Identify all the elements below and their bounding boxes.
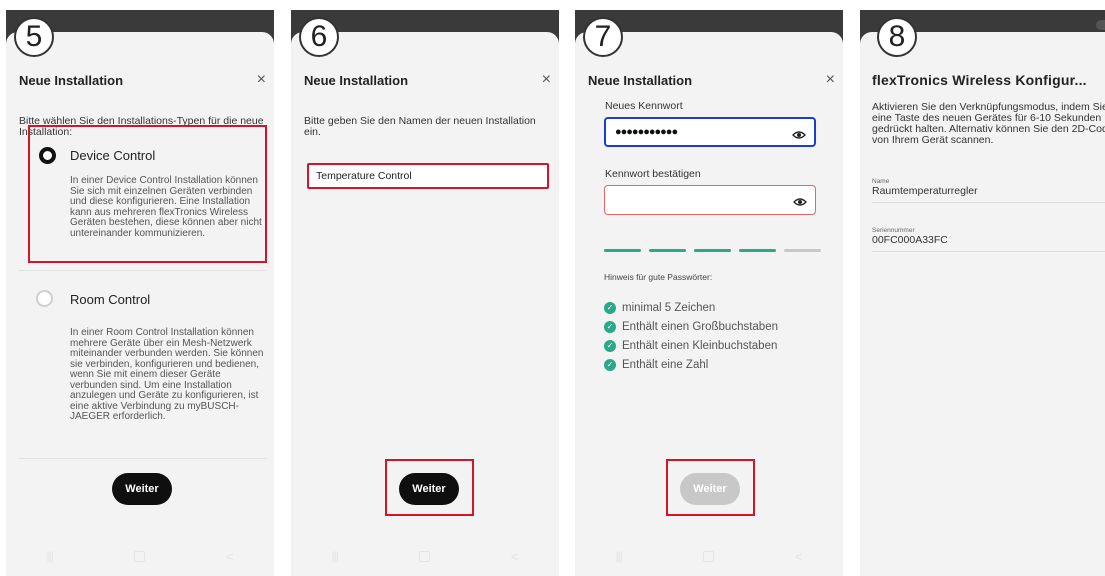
nav-back-icon[interactable]: < (511, 549, 519, 564)
check-circle-icon: ✓ (604, 359, 616, 371)
requirement-item: ✓ Enthält einen Großbuchstaben (604, 321, 778, 333)
next-button[interactable]: Weiter (399, 473, 459, 505)
requirement-item: ✓ Enthält eine Zahl (604, 359, 708, 371)
requirement-text: Enthält einen Kleinbuchstaben (622, 340, 778, 352)
android-navbar: ||| < (6, 536, 274, 576)
next-button[interactable]: Weiter (112, 473, 172, 505)
requirement-text: Enthält einen Großbuchstaben (622, 321, 778, 333)
dialog-title: flexTronics Wireless Konfigur... (872, 72, 1087, 88)
close-icon[interactable]: × (826, 71, 835, 89)
android-navbar: ||| < (291, 536, 559, 576)
nav-back-icon[interactable]: < (795, 549, 803, 564)
password-value: ●●●●●●●●●●● (615, 126, 678, 138)
nav-recent-icon[interactable]: ||| (616, 549, 623, 563)
close-icon[interactable]: × (542, 71, 551, 89)
screen-step-6: Neue Installation × Bitte geben Sie den … (291, 10, 559, 576)
screen-step-8: flexTronics Wireless Konfigur... × Aktiv… (860, 10, 1105, 576)
radio-unselected-icon[interactable] (36, 290, 53, 307)
confirm-password-label: Kennwort bestätigen (605, 168, 701, 180)
nav-home-icon[interactable] (702, 550, 714, 562)
step-number-badge: 7 (583, 17, 623, 57)
divider (19, 270, 267, 271)
status-pill (1096, 20, 1105, 30)
serial-value: 00FC000A33FC (872, 234, 948, 246)
dialog-title: Neue Installation (304, 73, 409, 88)
dialog-sheet: Neue Installation × Bitte wählen Sie den… (6, 32, 274, 576)
check-circle-icon: ✓ (604, 302, 616, 314)
check-circle-icon: ✓ (604, 321, 616, 333)
requirement-item: ✓ minimal 5 Zeichen (604, 302, 715, 314)
screen-step-5: Neue Installation × Bitte wählen Sie den… (6, 10, 274, 576)
eye-icon[interactable] (793, 194, 807, 212)
step-number-badge: 8 (877, 17, 917, 57)
installation-name-input[interactable]: Temperature Control (307, 163, 549, 189)
nav-home-icon[interactable] (418, 550, 430, 562)
requirement-item: ✓ Enthält einen Kleinbuchstaben (604, 340, 777, 352)
nav-back-icon[interactable]: < (226, 549, 234, 564)
close-icon[interactable]: × (257, 71, 266, 89)
serial-label: Seriennummer (872, 227, 915, 234)
password-strength-meter (604, 249, 821, 252)
check-circle-icon: ✓ (604, 340, 616, 352)
screen-step-7: Neue Installation × Neues Kennwort ●●●●●… (575, 10, 843, 576)
requirement-text: Enthält eine Zahl (622, 359, 709, 371)
step-number-badge: 5 (14, 17, 54, 57)
strength-segment (604, 249, 641, 252)
password-hint-title: Hinweis für gute Passwörter: (604, 272, 713, 282)
step-number-badge: 6 (299, 17, 339, 57)
name-label: Name (872, 178, 890, 185)
requirement-text: minimal 5 Zeichen (622, 302, 716, 314)
instruction-text: Bitte geben Sie den Namen der neuen Inst… (304, 115, 536, 138)
divider (872, 251, 1105, 252)
instruction-text: Aktivieren Sie den Verknüpfungsmodus, in… (872, 101, 1105, 146)
name-value: Raumtemperaturregler (872, 185, 978, 197)
dialog-sheet: Neue Installation × Neues Kennwort ●●●●●… (575, 32, 843, 576)
confirm-password-field[interactable] (604, 185, 816, 215)
nav-recent-icon[interactable]: ||| (332, 549, 339, 563)
dialog-sheet: Neue Installation × Bitte geben Sie den … (291, 32, 559, 576)
divider (19, 458, 267, 459)
option-title: Room Control (70, 292, 151, 307)
highlight-box (28, 125, 267, 263)
new-password-label: Neues Kennwort (605, 100, 683, 112)
strength-segment (784, 249, 821, 252)
strength-segment (694, 249, 731, 252)
strength-segment (739, 249, 776, 252)
option-description: In einer Room Control Installation könne… (70, 327, 264, 422)
dialog-title: Neue Installation (19, 73, 124, 88)
dialog-sheet: flexTronics Wireless Konfigur... × Aktiv… (860, 32, 1105, 576)
android-navbar: ||| < (575, 536, 843, 576)
new-password-field[interactable]: ●●●●●●●●●●● (604, 117, 816, 147)
divider (872, 202, 1105, 203)
dialog-title: Neue Installation (588, 73, 693, 88)
strength-segment (649, 249, 686, 252)
nav-recent-icon[interactable]: ||| (47, 549, 54, 563)
next-button-disabled[interactable]: Weiter (680, 473, 740, 505)
eye-icon[interactable] (792, 127, 806, 145)
nav-home-icon[interactable] (133, 550, 145, 562)
